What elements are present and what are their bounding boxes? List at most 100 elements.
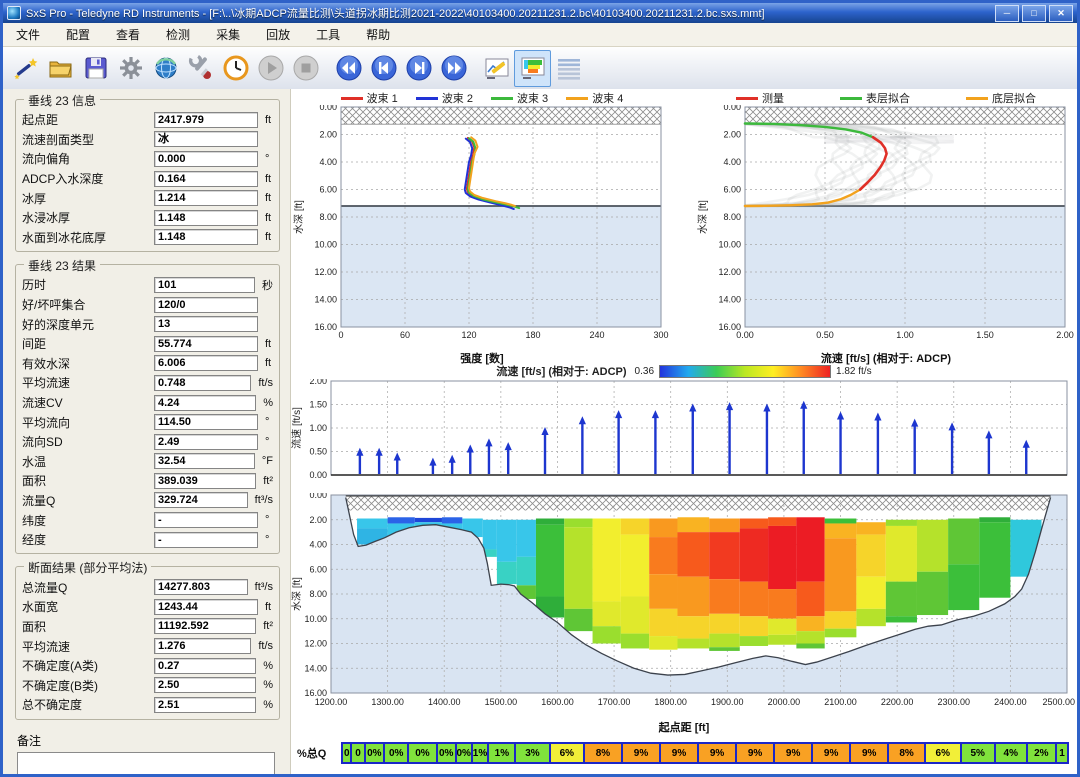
menu-配置[interactable]: 配置: [53, 23, 103, 46]
field-value-box[interactable]: 4.24: [154, 395, 256, 411]
field-value-box[interactable]: 0.164: [154, 171, 258, 187]
field-value-box[interactable]: 冰: [154, 131, 258, 147]
svg-text:2.00: 2.00: [1056, 330, 1074, 340]
settings-gear-button[interactable]: [113, 51, 148, 86]
svg-text:水深 [ft]: 水深 [ft]: [293, 200, 305, 234]
field-value-box[interactable]: 14277.803: [154, 579, 248, 595]
svg-text:1500.00: 1500.00: [485, 697, 518, 707]
svg-text:300: 300: [653, 330, 668, 340]
svg-text:1700.00: 1700.00: [598, 697, 631, 707]
field-value-box[interactable]: 2.50: [154, 677, 256, 693]
field-value-box[interactable]: 13: [154, 316, 258, 332]
menu-回放[interactable]: 回放: [253, 23, 303, 46]
velocity-fit-plot[interactable]: 0.002.004.006.008.0010.0012.0014.0016.00…: [697, 105, 1075, 345]
field-row: 好/坏呯集合120/0: [22, 295, 273, 315]
field-row: 不确定度(B类)2.50%: [22, 675, 273, 695]
stop-disabled-button[interactable]: [288, 51, 323, 86]
field-unit: %: [263, 679, 273, 691]
field-value-box[interactable]: 329.724: [154, 492, 248, 508]
legend-item: 表层拟合: [840, 90, 910, 106]
legend-item: 底层拟合: [966, 90, 1036, 106]
field-value-box[interactable]: 120/0: [154, 297, 258, 313]
field-value-box[interactable]: 0.000: [154, 151, 258, 167]
field-value-box[interactable]: 2417.979: [154, 112, 258, 128]
field-label: 流向SD: [22, 433, 154, 450]
field-value-box[interactable]: 1.148: [154, 229, 258, 245]
field-row: 间距55.774ft: [22, 334, 273, 354]
clock-button[interactable]: [218, 51, 253, 86]
menu-检测[interactable]: 检测: [153, 23, 203, 46]
svg-text:0.00: 0.00: [319, 105, 337, 112]
svg-text:8.00: 8.00: [309, 589, 327, 599]
menu-帮助[interactable]: 帮助: [353, 23, 403, 46]
nav-prev-button[interactable]: [366, 51, 401, 86]
field-value-box[interactable]: 2.49: [154, 434, 258, 450]
field-value-box[interactable]: 1.214: [154, 190, 258, 206]
nav-first-button[interactable]: [331, 51, 366, 86]
svg-text:120: 120: [461, 330, 476, 340]
field-label: 历时: [22, 276, 154, 293]
play-disabled-button[interactable]: [253, 51, 288, 86]
menu-查看[interactable]: 查看: [103, 23, 153, 46]
field-value-box[interactable]: 1.276: [154, 638, 251, 654]
svg-text:0.00: 0.00: [309, 470, 327, 480]
svg-text:1800.00: 1800.00: [654, 697, 687, 707]
field-label: 总不确定度: [22, 696, 154, 713]
svg-text:10.00: 10.00: [304, 614, 327, 624]
field-value-box[interactable]: 1243.44: [154, 599, 258, 615]
contour-plot[interactable]: 0.002.004.006.008.0010.0012.0014.0016.00…: [291, 493, 1077, 719]
save-button[interactable]: [78, 51, 113, 86]
edit-chart-button[interactable]: [479, 51, 514, 86]
wizard-button[interactable]: [8, 51, 43, 86]
minimize-button[interactable]: ─: [995, 5, 1019, 22]
field-value-box[interactable]: 32.54: [154, 453, 255, 469]
wrench-tools-button[interactable]: [183, 51, 218, 86]
field-value-box[interactable]: 101: [154, 277, 255, 293]
field-label: 面积: [22, 472, 154, 489]
fit-legend: 测量表层拟合底层拟合: [697, 91, 1075, 105]
field-label: 平均流速: [22, 374, 154, 391]
svg-text:流速 [ft/s]: 流速 [ft/s]: [291, 407, 303, 449]
field-label: ADCP入水深度: [22, 170, 154, 187]
field-label: 间距: [22, 335, 154, 352]
field-value-box[interactable]: 2.51: [154, 697, 256, 713]
notes-textarea[interactable]: [17, 752, 275, 774]
field-unit: °F: [262, 455, 273, 467]
svg-text:0.50: 0.50: [816, 330, 834, 340]
percent-row-label: %总Q: [297, 745, 341, 761]
close-button[interactable]: ✕: [1049, 5, 1073, 22]
ensemble-list-button[interactable]: [551, 51, 586, 86]
velocity-arrows-plot[interactable]: 0.000.501.001.502.00流速 [ft/s]: [291, 379, 1077, 493]
field-value-box[interactable]: 6.006: [154, 355, 258, 371]
contour-view-button[interactable]: [514, 50, 551, 87]
maximize-button[interactable]: □: [1022, 5, 1046, 22]
menu-工具[interactable]: 工具: [303, 23, 353, 46]
svg-text:0.00: 0.00: [309, 493, 327, 500]
field-unit: ft/s: [258, 640, 273, 652]
field-value-box[interactable]: 1.148: [154, 210, 258, 226]
nav-next-button[interactable]: [401, 51, 436, 86]
field-row: 纬度-°: [22, 510, 273, 530]
field-row: 有效水深6.006ft: [22, 354, 273, 374]
field-value-box[interactable]: 55.774: [154, 336, 258, 352]
nav-last-button[interactable]: [436, 51, 471, 86]
globe-button[interactable]: [148, 51, 183, 86]
field-unit: ft: [265, 192, 271, 204]
field-value-box[interactable]: -: [154, 532, 258, 548]
field-value-box[interactable]: 114.50: [154, 414, 258, 430]
field-label: 冰厚: [22, 190, 154, 207]
percent-cell: 0%: [366, 744, 385, 762]
field-value-box[interactable]: 11192.592: [154, 618, 256, 634]
field-value-box[interactable]: 0.748: [154, 375, 251, 391]
menu-采集[interactable]: 采集: [203, 23, 253, 46]
field-value-box[interactable]: 389.039: [154, 473, 256, 489]
field-label: 总流量Q: [22, 579, 154, 596]
open-folder-button[interactable]: [43, 51, 78, 86]
field-value-box[interactable]: -: [154, 512, 258, 528]
legend-item: 波束 3: [491, 90, 548, 106]
svg-text:16.00: 16.00: [314, 322, 337, 332]
svg-text:14.00: 14.00: [718, 295, 741, 305]
field-value-box[interactable]: 0.27: [154, 658, 256, 674]
menu-文件[interactable]: 文件: [3, 23, 53, 46]
beam-intensity-plot[interactable]: 0.002.004.006.008.0010.0012.0014.0016.00…: [293, 105, 671, 345]
